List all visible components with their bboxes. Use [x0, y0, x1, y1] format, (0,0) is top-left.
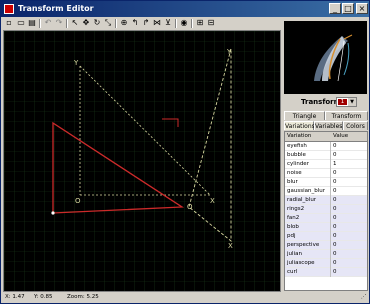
variation-name: julian	[287, 251, 302, 257]
variation-value[interactable]: 0	[333, 179, 337, 185]
variation-name: noise	[287, 170, 302, 176]
variations-grid-header: Variation Value	[285, 132, 367, 142]
variation-row[interactable]: cylinder 1	[285, 160, 367, 169]
axis-y-label: Y	[73, 59, 79, 67]
variation-name: eyefish	[287, 143, 307, 149]
flip-vertical-icon[interactable]: ⊻	[163, 18, 173, 28]
variation-name: blur	[287, 179, 298, 185]
triangle-origin-label: O	[187, 203, 193, 211]
variation-value[interactable]: 0	[333, 206, 337, 212]
variation-name: radial_blur	[287, 197, 317, 203]
variation-value[interactable]: 0	[333, 242, 337, 248]
grid-icon[interactable]: ⊞	[195, 18, 205, 28]
app-icon	[4, 4, 14, 14]
variation-value[interactable]: 0	[333, 215, 337, 221]
variation-row[interactable]: juliascope 0	[285, 259, 367, 268]
title-bar: Transform Editor _ □ ×	[1, 1, 369, 17]
tab-variables[interactable]: Variables	[314, 121, 343, 130]
variation-row[interactable]: eyefish 0	[285, 142, 367, 151]
variation-value[interactable]: 0	[333, 224, 337, 230]
variation-row[interactable]: noise 0	[285, 169, 367, 178]
minimize-button[interactable]: _	[329, 3, 341, 14]
transform-select-value: 1	[338, 99, 347, 105]
triangle-x-label: X	[228, 242, 233, 250]
variation-name: rings2	[287, 206, 305, 212]
variation-preview-icon[interactable]: ⊟	[206, 18, 216, 28]
variation-name: fan2	[287, 215, 300, 221]
transform-canvas[interactable]: Y O X Y O X	[3, 30, 281, 292]
variation-row[interactable]: gaussian_blur 0	[285, 187, 367, 196]
variation-name: blob	[287, 224, 299, 230]
variation-value[interactable]: 0	[333, 269, 337, 275]
variation-name: gaussian_blur	[287, 188, 325, 194]
variation-row[interactable]: blob 0	[285, 223, 367, 232]
transform-editor-window: Transform Editor _ □ × ▫ ▭ ▤ ↶ ↷ ↖ ✥ ↻ ⤡…	[0, 0, 370, 304]
variation-name: cylinder	[287, 161, 309, 167]
axis-origin-label: O	[75, 197, 81, 205]
variation-name: juliascope	[287, 260, 315, 266]
variation-row[interactable]: pdj 0	[285, 232, 367, 241]
variation-row[interactable]: julian 0	[285, 250, 367, 259]
redo-icon[interactable]: ↷	[54, 18, 64, 28]
status-x: X: 1.47	[5, 294, 25, 300]
variation-value[interactable]: 0	[333, 170, 337, 176]
status-bar: X: 1.47 Y: 0.85 Zoom: 5.25 ⋰	[1, 293, 369, 303]
flame-preview	[284, 21, 367, 94]
window-title: Transform Editor	[18, 4, 94, 13]
variation-value[interactable]: 0	[333, 188, 337, 194]
transform-label: Transform	[301, 98, 341, 106]
rotate-left-icon[interactable]: ↰	[130, 18, 140, 28]
status-zoom: Zoom: 5.25	[67, 294, 99, 300]
rotate-right-icon[interactable]: ↱	[141, 18, 151, 28]
undo-icon[interactable]: ↶	[43, 18, 53, 28]
tab-variations[interactable]: Variations	[284, 121, 315, 130]
variation-row[interactable]: curl 0	[285, 268, 367, 277]
axis-x-label: X	[210, 197, 215, 205]
variation-value[interactable]: 0	[333, 260, 337, 266]
tab-transform[interactable]: Transform	[325, 111, 368, 120]
variation-name: pdj	[287, 233, 296, 239]
variation-row[interactable]: radial_blur 0	[285, 196, 367, 205]
selected-vertex[interactable]	[51, 211, 55, 215]
new-icon[interactable]: ▫	[4, 18, 14, 28]
scale-icon[interactable]: ⤡	[103, 18, 113, 28]
variation-value[interactable]: 0	[333, 197, 337, 203]
tab-colors[interactable]: Colors	[343, 121, 368, 130]
maximize-button[interactable]: □	[342, 3, 354, 14]
close-button[interactable]: ×	[356, 3, 368, 14]
flip-icon[interactable]: ⊕	[119, 18, 129, 28]
variation-row[interactable]: rings2 0	[285, 205, 367, 214]
variation-row[interactable]: blur 0	[285, 178, 367, 187]
variation-name: curl	[287, 269, 298, 275]
status-y: Y: 0.85	[34, 294, 53, 300]
reset-icon[interactable]: ◉	[179, 18, 189, 28]
select-arrow-icon[interactable]: ↖	[70, 18, 80, 28]
resize-grip-icon[interactable]: ⋰	[361, 294, 367, 300]
triangle-y-label: Y	[226, 48, 232, 56]
variation-row[interactable]: perspective 0	[285, 241, 367, 250]
tab-triangle[interactable]: Triangle	[284, 111, 325, 120]
variation-value[interactable]: 0	[333, 233, 337, 239]
rotate-icon[interactable]: ↻	[92, 18, 102, 28]
variation-value[interactable]: 0	[333, 152, 337, 158]
copy-icon[interactable]: ▭	[16, 18, 26, 28]
variation-name: bubble	[287, 152, 306, 158]
value-column-header[interactable]: Value	[333, 133, 348, 139]
variations-panel: Variation Value eyefish 0 bubble 0 cylinder 1…	[284, 131, 368, 291]
variation-column-header[interactable]: Variation	[287, 133, 311, 139]
variation-value[interactable]: 0	[333, 143, 337, 149]
variation-value[interactable]: 0	[333, 251, 337, 257]
variation-row[interactable]: bubble 0	[285, 151, 367, 160]
move-icon[interactable]: ✥	[81, 18, 91, 28]
paste-icon[interactable]: ▤	[27, 18, 37, 28]
chevron-down-icon[interactable]: ▼	[348, 98, 356, 106]
variation-value[interactable]: 1	[333, 161, 337, 167]
transform-select[interactable]: 1 ▼	[336, 97, 357, 107]
variation-name: perspective	[287, 242, 320, 248]
flip-horizontal-icon[interactable]: ⋈	[152, 18, 162, 28]
variation-row[interactable]: fan2 0	[285, 214, 367, 223]
